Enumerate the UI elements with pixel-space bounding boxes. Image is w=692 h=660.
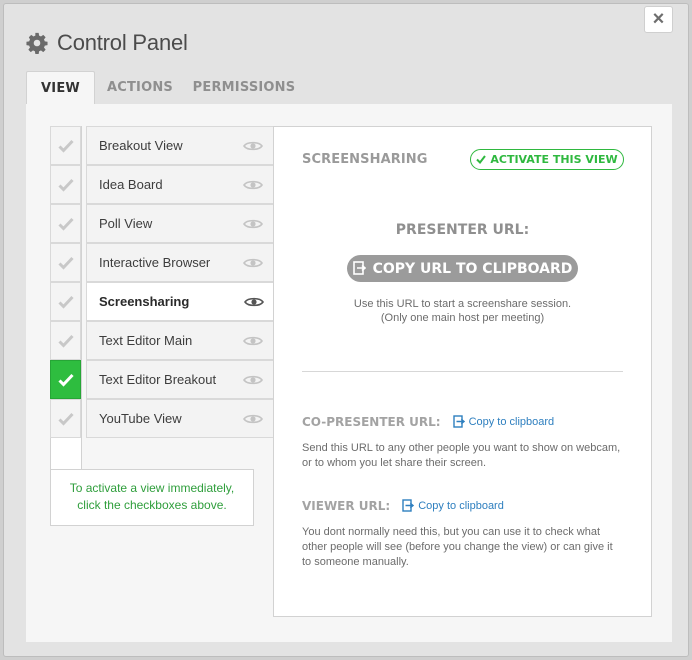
close-icon: × — [652, 8, 665, 30]
view-checkbox-text-editor-breakout[interactable] — [50, 360, 81, 399]
copy-viewer-url-link[interactable]: Copy to clipboard — [402, 499, 504, 513]
presenter-url-description: Use this URL to start a screenshare sess… — [274, 297, 651, 325]
section-divider — [302, 371, 623, 372]
view-item-text-editor-breakout[interactable]: Text Editor Breakout — [86, 360, 274, 399]
checkmark-icon — [57, 256, 74, 270]
activate-view-label: ACTIVATE THIS VIEW — [490, 153, 618, 166]
copy-copresenter-url-link[interactable]: Copy to clipboard — [452, 415, 555, 429]
checkmark-icon — [57, 373, 74, 387]
view-checkbox-text-editor-main[interactable] — [50, 321, 81, 360]
close-button[interactable]: × — [644, 6, 673, 33]
view-item-idea-board[interactable]: Idea Board — [86, 165, 274, 204]
eye-icon[interactable] — [243, 140, 263, 152]
tab-permissions[interactable]: PERMISSIONS — [187, 71, 301, 105]
view-item-text-editor-main[interactable]: Text Editor Main — [86, 321, 274, 360]
view-item-poll-view[interactable]: Poll View — [86, 204, 274, 243]
view-item-youtube-view[interactable]: YouTube View — [86, 399, 274, 438]
eye-icon[interactable] — [243, 374, 263, 386]
view-checkbox-youtube-view[interactable] — [50, 399, 81, 438]
checkmark-icon — [57, 412, 74, 426]
view-item-label: Poll View — [99, 216, 153, 231]
view-item-label: Breakout View — [99, 138, 183, 153]
description-line: other people will see (before you change… — [302, 541, 613, 553]
viewer-url-row: VIEWER URL: Copy to clipboard — [302, 499, 504, 513]
clipboard-icon — [352, 261, 366, 275]
copresenter-url-label: CO-PRESENTER URL: — [302, 415, 441, 429]
viewer-url-description: You dont normally need this, but you can… — [302, 525, 632, 570]
view-item-label: Interactive Browser — [99, 255, 211, 270]
activation-hint: To activate a view immediately, click th… — [50, 469, 254, 526]
copy-copresenter-url-label: Copy to clipboard — [468, 416, 555, 428]
checkmark-icon — [57, 178, 74, 192]
checkmark-icon — [476, 155, 487, 164]
view-item-label: Screensharing — [99, 294, 190, 309]
view-item-screensharing[interactable]: Screensharing — [86, 282, 275, 321]
description-line: Send this URL to any other people you wa… — [302, 442, 621, 454]
view-checkbox-screensharing[interactable] — [50, 282, 81, 321]
description-line: You dont normally need this, but you can… — [302, 526, 600, 538]
view-item-label: YouTube View — [99, 411, 182, 426]
view-detail-pane: SCREENSHARING ACTIVATE THIS VIEW PRESENT… — [273, 126, 652, 617]
checkmark-icon — [57, 217, 74, 231]
dialog-title: Control Panel — [57, 30, 188, 55]
view-checkbox-breakout-view[interactable] — [50, 126, 81, 165]
view-checkbox-interactive-browser[interactable] — [50, 243, 81, 282]
checkmark-icon — [57, 139, 74, 153]
copy-presenter-url-label: COPY URL TO CLIPBOARD — [372, 260, 573, 277]
eye-icon[interactable] — [243, 413, 263, 425]
tab-actions[interactable]: ACTIONS — [98, 71, 182, 105]
copy-presenter-url-button[interactable]: COPY URL TO CLIPBOARD — [347, 255, 578, 282]
dialog-header: Control Panel — [26, 28, 188, 58]
eye-icon[interactable] — [243, 335, 263, 347]
control-panel-dialog: × Control Panel VIEW ACTIONS PERMISSIONS — [3, 3, 689, 657]
eye-icon[interactable] — [244, 296, 264, 308]
view-item-label: Text Editor Breakout — [99, 372, 217, 387]
view-tab-panel: Breakout View Idea Board Poll View Inter… — [26, 104, 672, 642]
hint-line: click the checkboxes above. — [77, 498, 227, 512]
copresenter-url-row: CO-PRESENTER URL: Copy to clipboard — [302, 415, 554, 429]
view-checkbox-idea-board[interactable] — [50, 165, 81, 204]
tab-view[interactable]: VIEW — [26, 71, 95, 106]
hint-line: To activate a view immediately, — [69, 481, 235, 495]
description-line: (Only one main host per meeting) — [380, 312, 545, 324]
description-line: or to whom you let share their screen. — [302, 457, 487, 469]
view-item-label: Text Editor Main — [99, 333, 193, 348]
view-item-breakout-view[interactable]: Breakout View — [86, 126, 274, 165]
copresenter-url-description: Send this URL to any other people you wa… — [302, 441, 632, 471]
presenter-url-label: PRESENTER URL: — [395, 222, 530, 238]
view-item-label: Idea Board — [99, 177, 163, 192]
eye-icon[interactable] — [243, 218, 263, 230]
viewer-url-label: VIEWER URL: — [302, 499, 391, 513]
gear-icon — [26, 32, 48, 54]
eye-icon[interactable] — [243, 179, 263, 191]
clipboard-icon — [402, 499, 415, 512]
checkmark-icon — [57, 295, 74, 309]
description-line: Use this URL to start a screenshare sess… — [353, 298, 572, 310]
view-detail-title: SCREENSHARING — [302, 152, 428, 167]
description-line: to someone manually. — [302, 556, 409, 568]
view-item-interactive-browser[interactable]: Interactive Browser — [86, 243, 274, 282]
checkmark-icon — [57, 334, 74, 348]
clipboard-icon — [452, 415, 465, 428]
activate-view-button[interactable]: ACTIVATE THIS VIEW — [470, 149, 624, 170]
eye-icon[interactable] — [243, 257, 263, 269]
copy-viewer-url-label: Copy to clipboard — [418, 500, 504, 512]
view-checkbox-poll-view[interactable] — [50, 204, 81, 243]
